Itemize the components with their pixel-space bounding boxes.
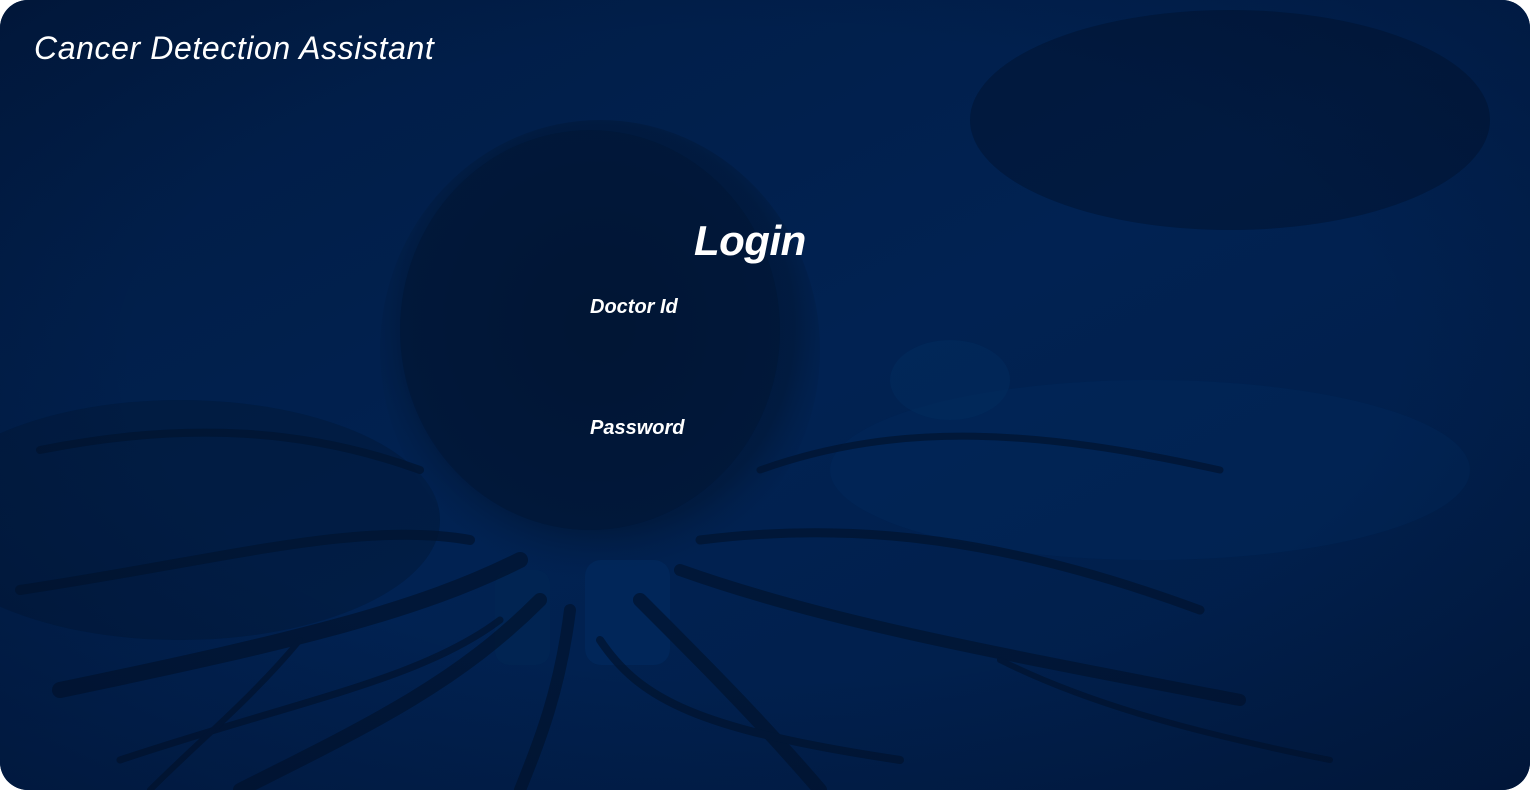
app-window: Cancer Detection Assistant Login Doctor … <box>0 0 1530 790</box>
doctor-id-input[interactable] <box>590 328 940 372</box>
doctor-id-label: Doctor Id <box>590 296 678 318</box>
app-title: Cancer Detection Assistant <box>34 30 435 66</box>
login-heading: Login <box>694 217 806 264</box>
cancer-cell-background-image <box>0 0 1530 790</box>
password-input[interactable] <box>590 449 940 493</box>
password-label: Password <box>590 417 685 439</box>
